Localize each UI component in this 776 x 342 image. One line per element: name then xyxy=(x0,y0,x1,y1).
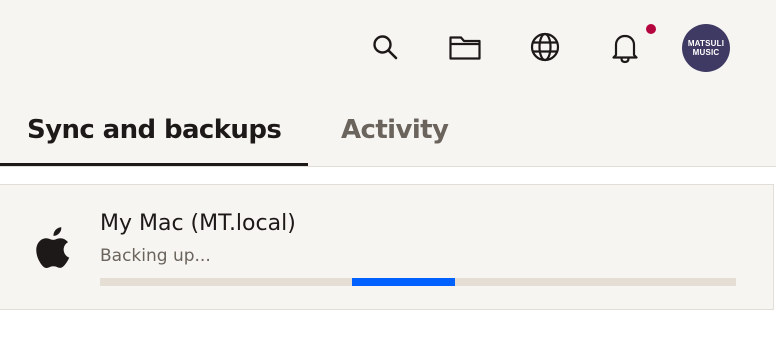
bell-icon xyxy=(612,34,638,64)
search-icon xyxy=(373,35,398,60)
tab-sync-and-backups[interactable]: Sync and backups xyxy=(0,108,308,166)
notifications-button[interactable] xyxy=(605,27,645,67)
tab-activity-label: Activity xyxy=(341,115,449,145)
tab-activity[interactable]: Activity xyxy=(340,108,460,166)
top-bar: MATSULI MUSIC Sync and backups Activity xyxy=(0,0,776,166)
search-button[interactable] xyxy=(365,27,405,67)
globe-button[interactable] xyxy=(525,27,565,67)
avatar-text-line1: MATSULI xyxy=(687,39,725,48)
avatar[interactable]: MATSULI MUSIC xyxy=(682,24,730,72)
folder-icon xyxy=(449,36,481,60)
backup-status: Backing up... xyxy=(100,246,211,266)
device-backup-card[interactable]: My Mac (MT.local) Backing up... xyxy=(0,184,774,310)
device-name: My Mac (MT.local) xyxy=(100,211,296,236)
apple-icon xyxy=(36,227,70,268)
backup-progress-fill xyxy=(352,278,455,286)
notification-dot xyxy=(646,24,656,34)
globe-icon xyxy=(530,32,560,62)
folder-button[interactable] xyxy=(445,27,485,67)
backup-progress-bar xyxy=(100,278,736,286)
tab-sync-and-backups-label: Sync and backups xyxy=(27,115,282,145)
tabs-divider xyxy=(0,166,776,167)
avatar-text-line2: MUSIC xyxy=(692,48,720,57)
